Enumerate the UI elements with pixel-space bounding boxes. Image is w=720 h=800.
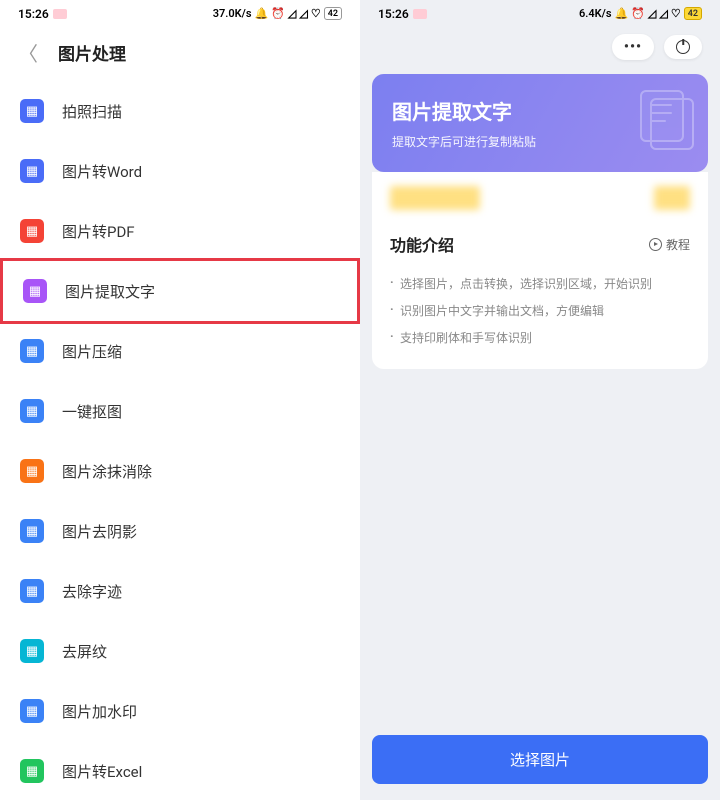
signal-icon: ◿ xyxy=(288,7,296,20)
redacted-content xyxy=(390,186,480,210)
menu-item-7[interactable]: ▦ 图片去阴影 xyxy=(0,501,360,561)
wifi-icon: ♡ xyxy=(311,7,321,20)
menu-label: 图片提取文字 xyxy=(65,281,155,302)
menu-label: 图片压缩 xyxy=(62,341,122,362)
section-title: 功能介绍 xyxy=(390,232,454,256)
excel-icon: ▦ xyxy=(20,759,44,783)
menu-label: 拍照扫描 xyxy=(62,101,122,122)
hero-card: 图片提取文字 提取文字后可进行复制粘贴 xyxy=(372,74,708,172)
notification-dot-icon xyxy=(413,9,427,19)
menu-item-4[interactable]: ▦ 图片压缩 xyxy=(0,321,360,381)
menu-item-11[interactable]: ▦ 图片转Excel xyxy=(0,741,360,800)
bell-icon: 🔔 xyxy=(614,7,628,20)
signal-icon-2: ◿ xyxy=(659,7,667,20)
menu-label: 图片转Word xyxy=(62,161,142,182)
wifi-icon: ♡ xyxy=(671,7,681,20)
top-actions: ••• xyxy=(360,24,720,70)
battery-icon: 42 xyxy=(684,7,702,20)
network-speed: 37.0K/s xyxy=(213,7,252,20)
signal-icon-2: ◿ xyxy=(299,7,307,20)
content-card: 功能介绍 教程 选择图片，点击转换，选择识别区域，开始识别识别图片中文字并输出文… xyxy=(372,172,708,369)
menu-item-6[interactable]: ▦ 图片涂抹消除 xyxy=(0,441,360,501)
status-time: 15:26 xyxy=(18,7,49,21)
menu-item-8[interactable]: ▦ 去除字迹 xyxy=(0,561,360,621)
menu-item-10[interactable]: ▦ 图片加水印 xyxy=(0,681,360,741)
network-speed: 6.4K/s xyxy=(579,7,612,20)
menu-label: 图片涂抹消除 xyxy=(62,461,152,482)
power-button[interactable] xyxy=(664,35,702,59)
power-icon xyxy=(676,40,690,54)
status-bar-left: 15:26 37.0K/s 🔔 ⏰ ◿ ◿ ♡ 42 xyxy=(0,0,360,24)
battery-icon: 42 xyxy=(324,7,342,20)
signal-icon: ◿ xyxy=(648,7,656,20)
back-icon[interactable]: 〈 xyxy=(18,38,38,67)
tutorial-link[interactable]: 教程 xyxy=(649,236,690,253)
alarm-icon: ⏰ xyxy=(271,7,285,20)
menu-label: 图片加水印 xyxy=(62,701,137,722)
ocr-icon: ▦ xyxy=(23,279,47,303)
menu-label: 去除字迹 xyxy=(62,581,122,602)
menu-item-9[interactable]: ▦ 去屏纹 xyxy=(0,621,360,681)
bullet-item: 选择图片，点击转换，选择识别区域，开始识别 xyxy=(390,270,690,297)
shadow-icon: ▦ xyxy=(20,519,44,543)
eraser-icon: ▦ xyxy=(20,459,44,483)
menu-item-1[interactable]: ▦ 图片转Word xyxy=(0,141,360,201)
play-icon xyxy=(649,238,662,251)
menu-item-0[interactable]: ▦ 拍照扫描 xyxy=(0,81,360,141)
notification-dot-icon xyxy=(53,9,67,19)
bell-icon: 🔔 xyxy=(254,7,268,20)
menu-item-5[interactable]: ▦ 一键抠图 xyxy=(0,381,360,441)
moire-icon: ▦ xyxy=(20,639,44,663)
menu-list: ▦ 拍照扫描 ▦ 图片转Word ▦ 图片转PDF ▦ 图片提取文字 ▦ 图片压缩 ▦ 一键抠图 ▦ 图片… xyxy=(0,81,360,800)
tutorial-label: 教程 xyxy=(666,236,690,253)
pdf-icon: ▦ xyxy=(20,219,44,243)
menu-label: 一键抠图 xyxy=(62,401,122,422)
word-icon: ▦ xyxy=(20,159,44,183)
bullet-item: 支持印刷体和手写体识别 xyxy=(390,324,690,351)
bullet-item: 识别图片中文字并输出文档，方便编辑 xyxy=(390,297,690,324)
redacted-row xyxy=(390,186,690,210)
remove-text-icon: ▦ xyxy=(20,579,44,603)
page-header: 〈 图片处理 xyxy=(0,24,360,81)
menu-label: 图片转Excel xyxy=(62,761,142,782)
menu-item-2[interactable]: ▦ 图片转PDF xyxy=(0,201,360,261)
cutout-icon: ▦ xyxy=(20,399,44,423)
redacted-content xyxy=(654,186,690,210)
menu-label: 图片转PDF xyxy=(62,221,135,242)
camera-scan-icon: ▦ xyxy=(20,99,44,123)
menu-item-3[interactable]: ▦ 图片提取文字 xyxy=(0,258,360,324)
compress-icon: ▦ xyxy=(20,339,44,363)
feature-bullets: 选择图片，点击转换，选择识别区域，开始识别识别图片中文字并输出文档，方便编辑支持… xyxy=(390,270,690,351)
select-image-button[interactable]: 选择图片 xyxy=(372,735,708,784)
alarm-icon: ⏰ xyxy=(631,7,645,20)
status-bar-right: 15:26 6.4K/s 🔔 ⏰ ◿ ◿ ♡ 42 xyxy=(360,0,720,24)
menu-label: 去屏纹 xyxy=(62,641,107,662)
watermark-icon: ▦ xyxy=(20,699,44,723)
hero-subtitle: 提取文字后可进行复制粘贴 xyxy=(392,133,688,150)
menu-label: 图片去阴影 xyxy=(62,521,137,542)
more-button[interactable]: ••• xyxy=(612,34,654,60)
status-time: 15:26 xyxy=(378,7,409,21)
page-title: 图片处理 xyxy=(58,40,126,65)
